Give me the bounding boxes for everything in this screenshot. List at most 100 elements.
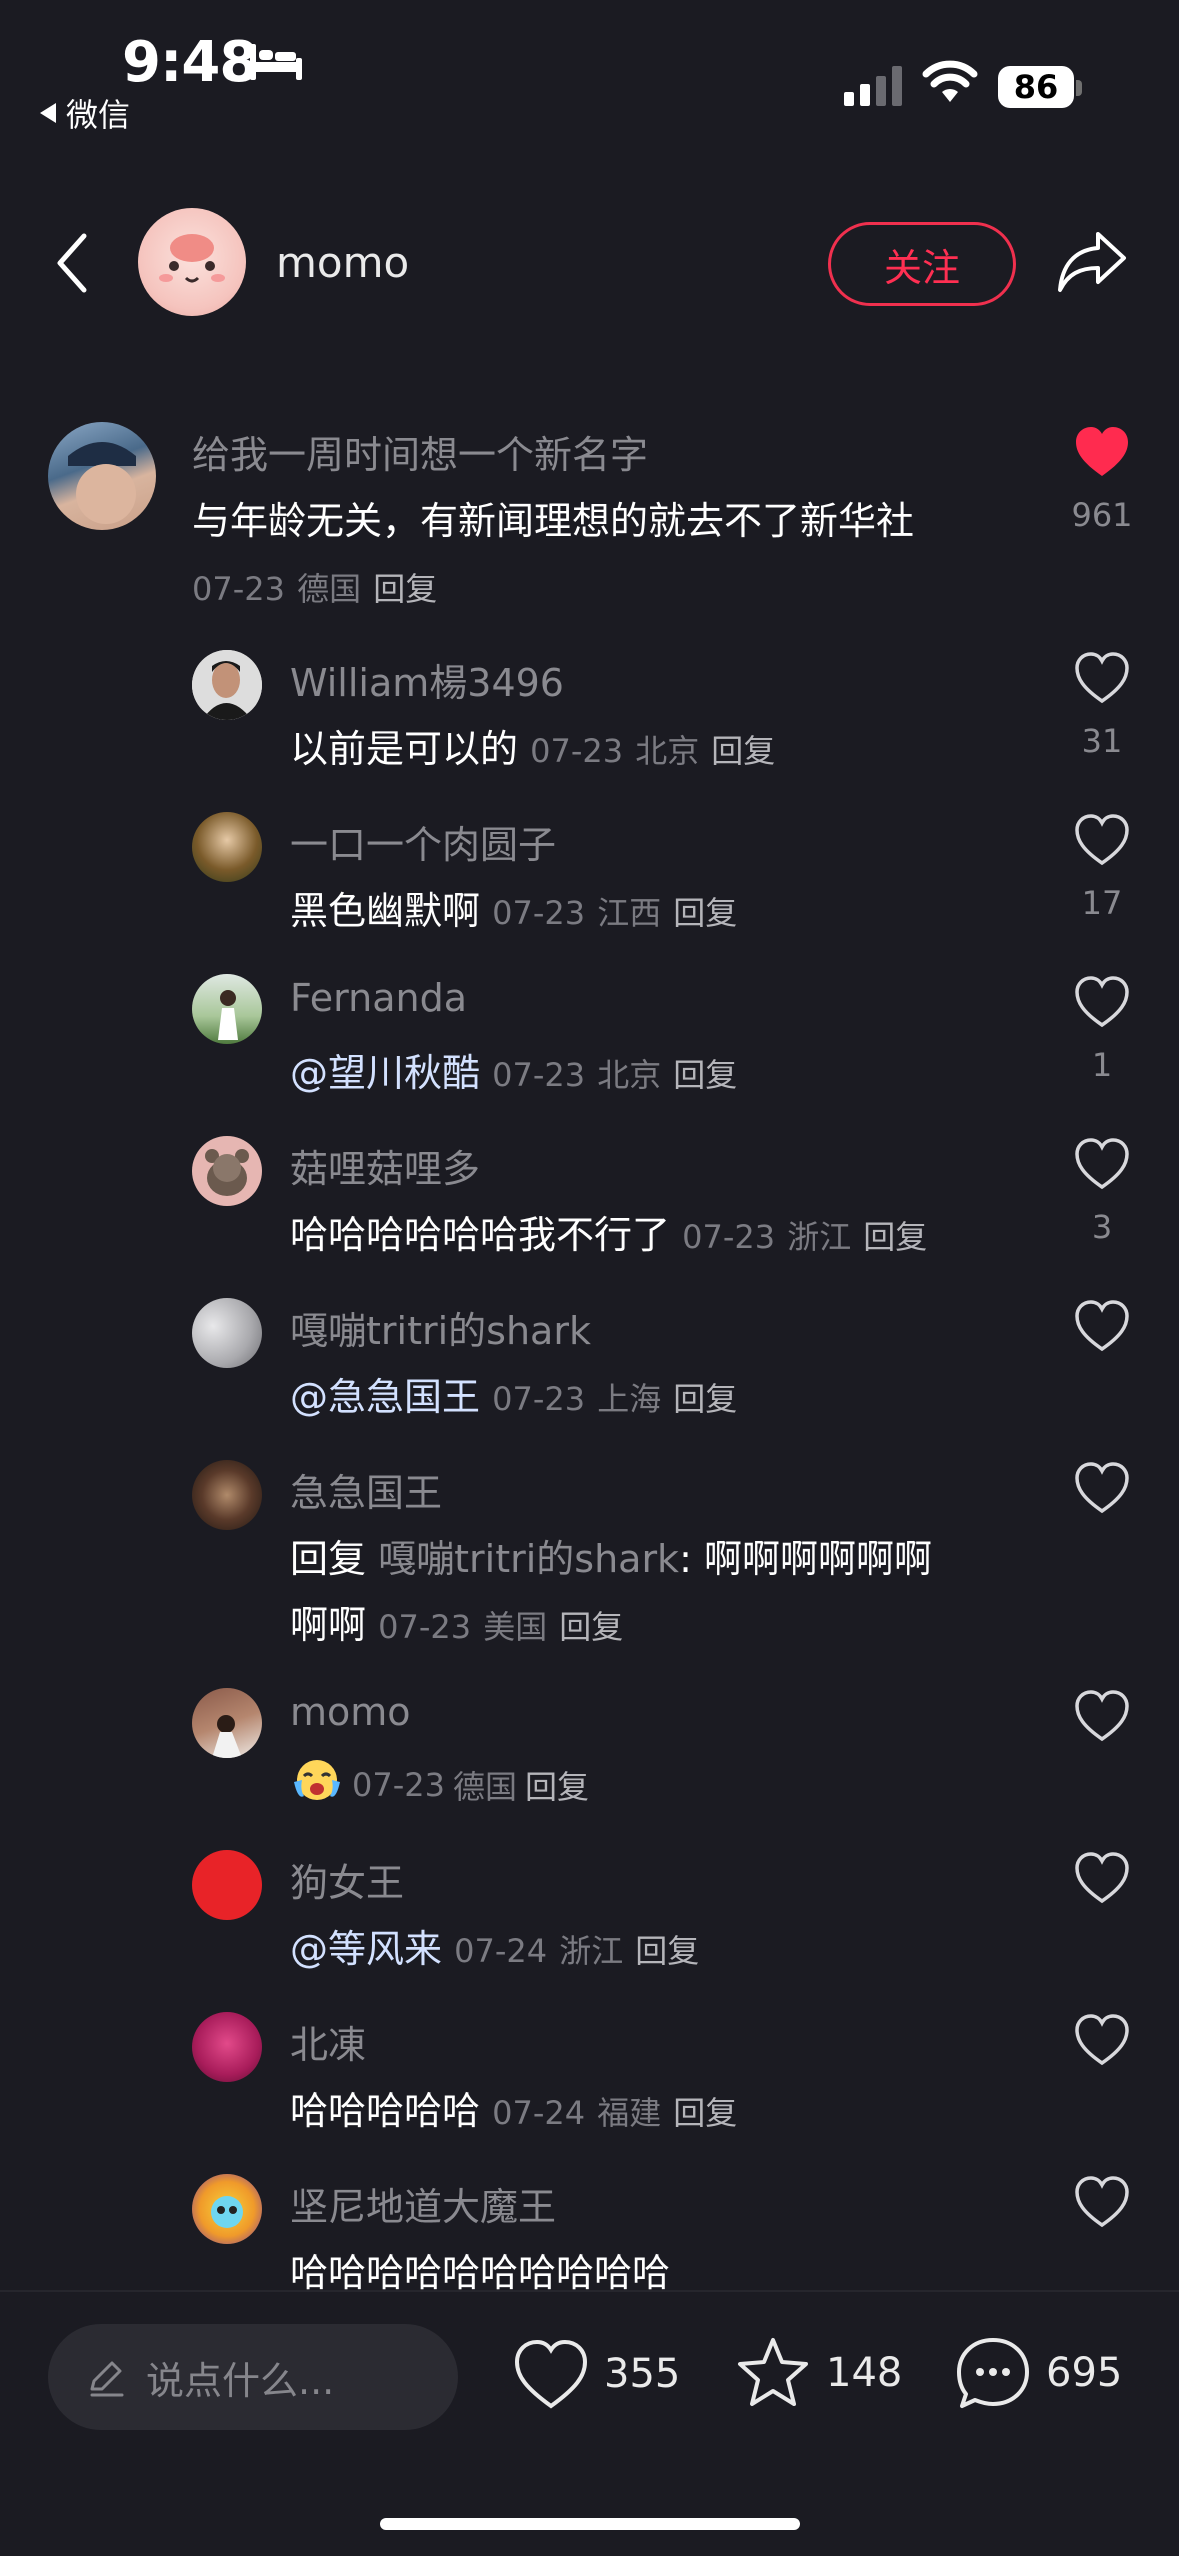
wifi-icon xyxy=(922,60,978,108)
pencil-icon xyxy=(90,2361,124,2397)
heart-outline-icon xyxy=(1075,1690,1129,1742)
reply-text-line: 哈哈哈哈哈 07-24 福建 回复 xyxy=(290,2080,737,2135)
comment-text: 与年龄无关，有新闻理想的就去不了新华社 xyxy=(192,499,915,543)
like-button[interactable] xyxy=(1072,648,1132,708)
reply-button[interactable]: 回复 xyxy=(635,1932,699,1970)
reply-username[interactable]: 狗女王 xyxy=(290,1852,404,1907)
reply-text: 黑色幽默啊 xyxy=(290,889,481,933)
reply-text-line: 回复 嘎嘣tritri的shark: 啊啊啊啊啊啊 xyxy=(290,1528,932,1583)
reply-avatar[interactable] xyxy=(192,2012,262,2082)
reply-date: 07-23 xyxy=(492,1056,586,1094)
reply-username[interactable]: 菇哩菇哩多 xyxy=(290,1138,480,1193)
home-indicator[interactable] xyxy=(380,2518,800,2530)
reply-text-line: 以前是可以的 07-23 北京 回复 xyxy=(290,718,775,773)
share-arrow-icon xyxy=(1058,232,1126,292)
like-button[interactable] xyxy=(1072,1848,1132,1908)
reply-location: 德国 xyxy=(452,1767,517,1806)
reply-username[interactable]: momo xyxy=(290,1690,411,1734)
like-button[interactable] xyxy=(1072,1296,1132,1356)
mention-link[interactable]: @急急国王 xyxy=(290,1375,480,1419)
comment-username[interactable]: 给我一周时间想一个新名字 xyxy=(192,424,648,479)
favorite-button[interactable]: 148 xyxy=(734,2334,902,2412)
reply-avatar[interactable] xyxy=(192,1688,262,1758)
reply-username[interactable]: Fernanda xyxy=(290,976,467,1020)
heart-outline-icon xyxy=(1075,814,1129,866)
cellular-signal-icon xyxy=(844,66,904,110)
reply-username[interactable]: 北凍 xyxy=(290,2014,366,2069)
follow-button[interactable]: 关注 xyxy=(828,222,1016,306)
reply-button[interactable]: 回复 xyxy=(673,1056,737,1094)
reply-target-user[interactable]: 嘎嘣tritri的shark xyxy=(378,1537,679,1581)
reply-location: 北京 xyxy=(635,732,700,770)
like-button[interactable] xyxy=(1072,422,1132,482)
reply-date: 07-24 xyxy=(454,1932,548,1970)
reply-button[interactable]: 回复 xyxy=(673,894,737,932)
like-button[interactable] xyxy=(1072,810,1132,870)
battery-indicator: 86 xyxy=(998,66,1074,108)
reply-avatar[interactable] xyxy=(192,650,262,720)
heart-outline-icon xyxy=(514,2339,588,2409)
reply-date: 07-23 xyxy=(682,1218,776,1256)
author-avatar[interactable] xyxy=(138,208,246,316)
heart-outline-icon xyxy=(1075,1852,1129,1904)
mention-link[interactable]: @等风来 xyxy=(290,1927,442,1971)
mention-link[interactable]: @望川秋酷 xyxy=(290,1051,480,1095)
heart-outline-icon xyxy=(1075,652,1129,704)
comment-location: 德国 xyxy=(297,570,362,608)
favorite-count: 148 xyxy=(826,2350,903,2396)
reply-prefix: 回复 xyxy=(290,1537,367,1581)
reply-username[interactable]: William楊3496 xyxy=(290,652,564,707)
reply-avatar[interactable] xyxy=(192,2174,262,2244)
heart-outline-icon xyxy=(1075,2014,1129,2066)
reply-location: 美国 xyxy=(483,1608,548,1646)
reply-text: : 啊啊啊啊啊啊 xyxy=(679,1537,932,1581)
like-button[interactable] xyxy=(1072,972,1132,1032)
reply-location: 上海 xyxy=(597,1380,662,1418)
like-button[interactable] xyxy=(1072,2010,1132,2070)
reply-date: 07-23 xyxy=(530,732,624,770)
chat-bubble-icon xyxy=(957,2338,1029,2408)
author-name[interactable]: momo xyxy=(276,238,409,287)
comment-input[interactable]: 说点什么... xyxy=(48,2324,458,2430)
reply-location: 江西 xyxy=(597,894,662,932)
reply-avatar[interactable] xyxy=(192,974,262,1044)
back-button[interactable] xyxy=(48,228,98,298)
reply-button[interactable]: 回复 xyxy=(373,570,437,608)
like-post-button[interactable]: 355 xyxy=(512,2336,680,2412)
reply-button[interactable]: 回复 xyxy=(673,2094,737,2132)
reply-avatar[interactable] xyxy=(192,1850,262,1920)
reply-username[interactable]: 坚尼地道大魔王 xyxy=(290,2176,556,2231)
reply-button[interactable]: 回复 xyxy=(863,1218,927,1256)
reply-username[interactable]: 一口一个肉圆子 xyxy=(290,814,556,869)
comment-meta: 07-23 德国 回复 xyxy=(192,564,437,610)
back-to-app-link[interactable]: 微信 xyxy=(40,90,130,136)
sleep-mode-icon xyxy=(250,44,302,84)
commenter-avatar[interactable] xyxy=(48,422,156,530)
like-button[interactable] xyxy=(1072,1686,1132,1746)
share-button[interactable] xyxy=(1054,226,1130,302)
comments-button[interactable]: 695 xyxy=(954,2334,1122,2412)
like-button[interactable] xyxy=(1072,2172,1132,2232)
reply-username[interactable]: 急急国王 xyxy=(290,1462,442,1517)
reply-text-line: 哈哈哈哈哈哈我不行了 07-23 浙江 回复 xyxy=(290,1204,927,1259)
reply-text: 哈哈哈哈哈 xyxy=(290,2089,481,2133)
reply-username[interactable]: 嘎嘣tritri的shark xyxy=(290,1300,591,1355)
crying-face-emoji-icon xyxy=(290,1756,344,1813)
like-button[interactable] xyxy=(1072,1458,1132,1518)
reply-button[interactable]: 回复 xyxy=(525,1762,589,1808)
heart-outline-icon xyxy=(1075,976,1129,1028)
reply-text-line: 黑色幽默啊 07-23 江西 回复 xyxy=(290,880,737,935)
like-button[interactable] xyxy=(1072,1134,1132,1194)
status-time: 9:48 xyxy=(122,30,258,95)
reply-text-line: @等风来 07-24 浙江 回复 xyxy=(290,1918,699,1973)
reply-avatar[interactable] xyxy=(192,1136,262,1206)
comments-count: 695 xyxy=(1046,2350,1123,2396)
reply-avatar[interactable] xyxy=(192,812,262,882)
reply-button[interactable]: 回复 xyxy=(711,732,775,770)
reply-avatar[interactable] xyxy=(192,1298,262,1368)
back-triangle-icon xyxy=(40,103,56,123)
reply-avatar[interactable] xyxy=(192,1460,262,1530)
reply-location: 浙江 xyxy=(559,1932,624,1970)
reply-button[interactable]: 回复 xyxy=(559,1608,623,1646)
reply-button[interactable]: 回复 xyxy=(673,1380,737,1418)
